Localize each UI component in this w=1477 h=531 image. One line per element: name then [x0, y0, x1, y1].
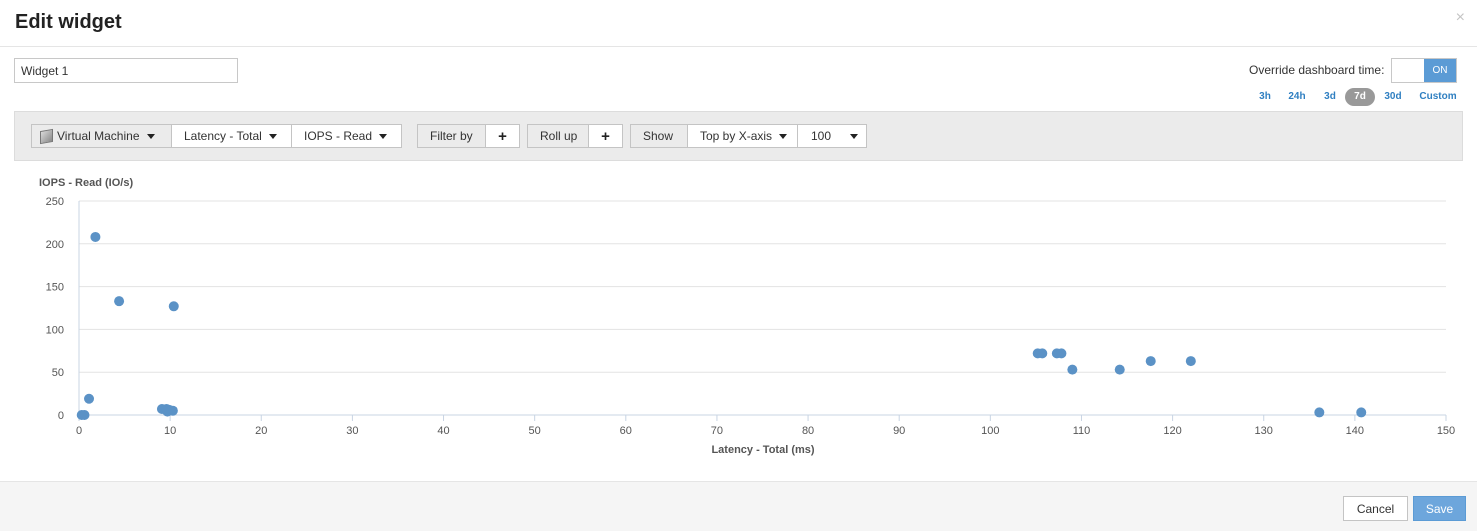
chevron-down-icon	[779, 133, 788, 139]
x-tick-label: 110	[1073, 425, 1091, 437]
x-tick-label: 120	[1163, 425, 1181, 437]
data-point[interactable]	[1145, 356, 1156, 367]
x-axis-ticks: 0 10 20 30 40 50 60 70 80 90 100 110 120 130 140 150	[76, 415, 1455, 437]
object-type-dropdown[interactable]: Virtual Machine	[31, 124, 172, 148]
range-custom[interactable]: Custom	[1416, 88, 1460, 106]
chevron-down-icon	[850, 133, 858, 139]
data-point[interactable]	[1314, 407, 1325, 418]
override-time-toggle[interactable]: ON	[1391, 58, 1457, 83]
x-tick-label: 60	[620, 425, 632, 437]
chart-points	[76, 231, 1367, 420]
range-7d[interactable]: 7d	[1345, 88, 1375, 106]
data-point[interactable]	[114, 296, 125, 307]
toggle-off-side[interactable]	[1392, 59, 1424, 82]
range-30d[interactable]: 30d	[1380, 88, 1406, 106]
x-metric-label: Latency - Total	[184, 129, 262, 143]
data-point[interactable]	[1037, 348, 1048, 359]
scatter-chart: IOPS - Read (IO/s) 0 50 100 150 200 250 0 10 20…	[39, 177, 1455, 456]
x-metric-dropdown[interactable]: Latency - Total	[171, 124, 292, 148]
range-24h[interactable]: 24h	[1284, 88, 1310, 106]
override-time-label: Override dashboard time:	[1249, 63, 1385, 77]
x-tick-label: 80	[802, 425, 814, 437]
chart-grid	[78, 200, 1446, 416]
add-rollup-button[interactable]: +	[588, 124, 623, 148]
chevron-down-icon	[268, 133, 277, 139]
cancel-button[interactable]: Cancel	[1343, 496, 1408, 521]
data-point[interactable]	[168, 301, 179, 312]
y-metric-dropdown[interactable]: IOPS - Read	[291, 124, 402, 148]
x-tick-label: 100	[981, 425, 999, 437]
chevron-down-icon	[379, 133, 388, 139]
show-label: Show	[630, 124, 688, 148]
show-mode-label: Top by X-axis	[700, 129, 773, 143]
y-tick-label: 0	[58, 410, 64, 422]
data-point[interactable]	[162, 406, 173, 417]
data-point[interactable]	[1067, 364, 1078, 375]
y-tick-label: 100	[46, 324, 64, 336]
y-tick-label: 150	[46, 282, 64, 294]
data-point[interactable]	[1114, 364, 1125, 375]
range-3d[interactable]: 3d	[1319, 88, 1341, 106]
x-tick-label: 150	[1437, 425, 1455, 437]
x-tick-label: 10	[164, 425, 176, 437]
data-point[interactable]	[84, 393, 95, 404]
y-tick-label: 200	[46, 239, 64, 251]
edit-widget-dialog: Edit widget × Override dashboard time: O…	[0, 0, 1477, 531]
dialog-header: Edit widget ×	[0, 0, 1477, 47]
data-point[interactable]	[79, 410, 90, 420]
add-filter-button[interactable]: +	[485, 124, 520, 148]
y-axis-label: IOPS - Read (IO/s)	[39, 177, 133, 189]
data-point[interactable]	[1356, 407, 1367, 418]
dialog-footer	[0, 481, 1477, 531]
object-type-label: Virtual Machine	[57, 129, 140, 143]
y-tick-label: 250	[46, 196, 64, 208]
x-tick-label: 0	[76, 425, 82, 437]
toggle-on-side[interactable]: ON	[1424, 59, 1456, 82]
x-axis-label: Latency - Total (ms)	[711, 444, 814, 456]
data-point[interactable]	[1056, 348, 1067, 359]
x-tick-label: 140	[1346, 425, 1364, 437]
x-tick-label: 50	[529, 425, 541, 437]
virtual-machine-icon	[40, 128, 53, 144]
x-tick-label: 130	[1255, 425, 1273, 437]
save-button[interactable]: Save	[1413, 496, 1466, 521]
chevron-down-icon	[146, 133, 155, 139]
y-metric-label: IOPS - Read	[304, 129, 373, 143]
x-tick-label: 40	[437, 425, 449, 437]
x-tick-label: 20	[255, 425, 267, 437]
y-axis-ticks: 0 50 100 150 200 250	[46, 196, 64, 422]
show-mode-dropdown[interactable]: Top by X-axis	[687, 124, 798, 148]
filter-by-label: Filter by	[417, 124, 486, 148]
range-3h[interactable]: 3h	[1254, 88, 1276, 106]
data-point[interactable]	[1185, 356, 1196, 367]
close-icon[interactable]: ×	[1456, 9, 1465, 27]
x-tick-label: 70	[711, 425, 723, 437]
dialog-title: Edit widget	[15, 11, 122, 33]
y-tick-label: 50	[52, 367, 64, 379]
x-tick-label: 90	[893, 425, 905, 437]
roll-up-label: Roll up	[527, 124, 589, 148]
query-toolbar: Virtual Machine Latency - Total IOPS - R…	[14, 111, 1463, 161]
data-point[interactable]	[90, 231, 101, 242]
show-count-label: 100	[811, 129, 832, 143]
widget-name-input[interactable]	[14, 58, 238, 83]
x-tick-label: 30	[346, 425, 358, 437]
show-count-dropdown[interactable]: 100	[797, 124, 867, 148]
